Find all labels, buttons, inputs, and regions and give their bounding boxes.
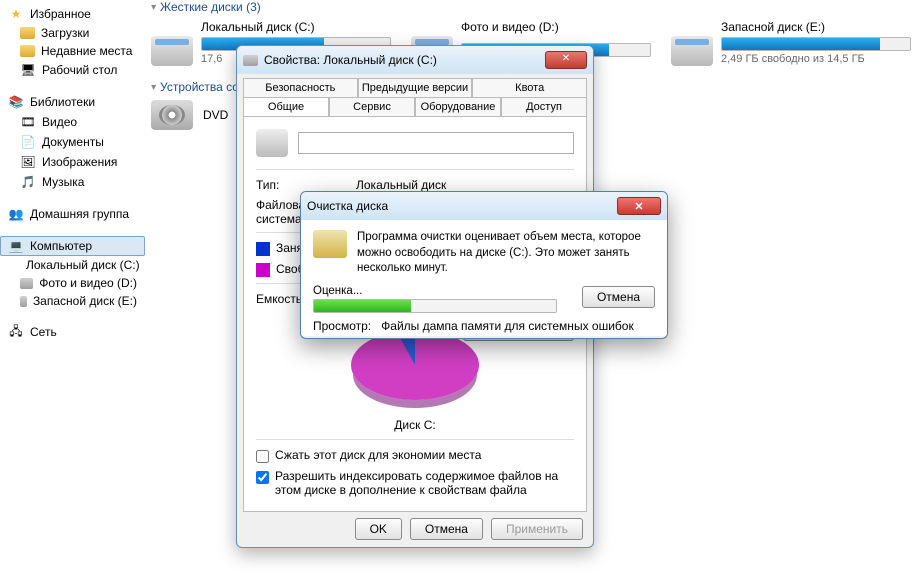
desktop-icon: 🖥	[20, 62, 36, 78]
sidebar-label: Компьютер	[30, 239, 92, 253]
sidebar-item-video[interactable]: 🎞 Видео	[0, 112, 145, 132]
sidebar-libraries[interactable]: 📚 Библиотеки	[0, 92, 145, 112]
sidebar-item-label: Запасной диск (E:)	[33, 294, 137, 308]
cleanup-icon	[313, 230, 347, 258]
pie-chart	[351, 330, 479, 400]
sidebar-label: Избранное	[30, 7, 91, 21]
sidebar-item-label: Фото и видео (D:)	[39, 276, 137, 290]
view-label: Просмотр:	[313, 319, 371, 333]
progress-bar	[313, 299, 557, 313]
sidebar-favorites[interactable]: ★ Избранное	[0, 4, 145, 24]
free-swatch-icon	[256, 263, 270, 277]
tab-strip: Безопасность Предыдущие версии Квота Общ…	[237, 74, 593, 116]
disk-e[interactable]: Запасной диск (E:) 2,49 ГБ свободно из 1…	[671, 20, 917, 66]
sidebar-item-label: Загрузки	[41, 26, 89, 40]
ok-button[interactable]: OK	[355, 518, 402, 540]
disk-icon	[151, 36, 193, 66]
sidebar-item-label: Изображения	[42, 155, 117, 169]
pie-label: Диск C:	[256, 418, 574, 432]
tab-prev-versions[interactable]: Предыдущие версии	[358, 78, 473, 97]
sidebar-label: Библиотеки	[30, 95, 95, 109]
pictures-icon: 🖼	[20, 154, 36, 170]
tab-tools[interactable]: Сервис	[329, 97, 415, 116]
disk-title: Фото и видео (D:)	[411, 20, 661, 34]
sidebar-network[interactable]: 🖧 Сеть	[0, 322, 145, 342]
close-button[interactable]: ✕	[545, 51, 587, 69]
sidebar-item-pictures[interactable]: 🖼 Изображения	[0, 152, 145, 172]
dialog-title: Свойства: Локальный диск (C:)	[264, 53, 539, 67]
disk-icon	[256, 129, 288, 157]
tab-quota[interactable]: Квота	[472, 78, 587, 97]
computer-icon: 💻	[8, 238, 24, 254]
sidebar-item-label: Документы	[42, 135, 104, 149]
disk-icon	[20, 278, 33, 289]
sidebar-item-label: Музыка	[42, 175, 84, 189]
sidebar-item-label: Локальный диск (C:)	[26, 258, 140, 272]
network-icon: 🖧	[8, 324, 24, 340]
disk-cleanup-dialog: Очистка диска ✕ Программа очистки оценив…	[300, 191, 668, 339]
sidebar-label: Домашняя группа	[30, 207, 129, 221]
indexing-checkbox[interactable]: Разрешить индексировать содержимое файло…	[256, 469, 574, 497]
dvd-label: DVD	[203, 108, 228, 122]
sidebar-item-disk-d[interactable]: Фото и видео (D:)	[0, 274, 145, 292]
disk-icon	[671, 36, 713, 66]
music-icon: 🎵	[20, 174, 36, 190]
tab-sharing[interactable]: Доступ	[501, 97, 587, 116]
used-swatch-icon	[256, 242, 270, 256]
disk-info: 2,49 ГБ свободно из 14,5 ГБ	[721, 53, 917, 65]
type-label: Тип:	[256, 178, 336, 192]
sidebar-item-desktop[interactable]: 🖥 Рабочий стол	[0, 60, 145, 80]
view-value: Файлы дампа памяти для системных ошибок	[381, 319, 634, 333]
compress-checkbox[interactable]: Сжать этот диск для экономии места	[256, 448, 574, 463]
disk-name-input[interactable]	[298, 132, 574, 154]
tab-security[interactable]: Безопасность	[243, 78, 358, 97]
dvd-icon	[151, 100, 193, 130]
sidebar-label: Сеть	[30, 325, 57, 339]
sidebar-item-downloads[interactable]: Загрузки	[0, 24, 145, 42]
star-icon: ★	[8, 6, 24, 22]
disk-usage-bar	[721, 37, 911, 51]
apply-button[interactable]: Применить	[491, 518, 583, 540]
cleanup-message: Программа очистки оценивает объем места,…	[357, 230, 655, 277]
sidebar-item-disk-c[interactable]: Локальный диск (C:)	[0, 256, 145, 274]
dialog-titlebar[interactable]: Свойства: Локальный диск (C:) ✕	[237, 46, 593, 74]
tab-hardware[interactable]: Оборудование	[415, 97, 501, 116]
sidebar-item-label: Видео	[42, 115, 77, 129]
disk-icon	[20, 296, 27, 307]
homegroup-icon: 👥	[8, 206, 24, 222]
dialog-button-row: OK Отмена Применить	[237, 518, 593, 548]
type-value: Локальный диск	[356, 178, 446, 192]
sidebar-computer[interactable]: 💻 Компьютер	[0, 236, 145, 256]
dialog-titlebar[interactable]: Очистка диска ✕	[301, 192, 667, 220]
dialog-title: Очистка диска	[307, 199, 611, 213]
tab-general[interactable]: Общие	[243, 97, 329, 116]
sidebar-item-label: Рабочий стол	[42, 63, 117, 77]
documents-icon: 📄	[20, 134, 36, 150]
section-hdd-title[interactable]: Жесткие диски (3)	[151, 0, 917, 14]
sidebar-item-label: Недавние места	[41, 44, 132, 58]
folder-icon	[20, 27, 35, 39]
folder-icon	[20, 45, 35, 57]
disk-title: Локальный диск (C:)	[151, 20, 401, 34]
sidebar-item-recent[interactable]: Недавние места	[0, 42, 145, 60]
sidebar-item-music[interactable]: 🎵 Музыка	[0, 172, 145, 192]
cancel-button[interactable]: Отмена	[582, 286, 655, 308]
disk-title: Запасной диск (E:)	[671, 20, 917, 34]
cancel-button[interactable]: Отмена	[410, 518, 483, 540]
nav-sidebar: ★ Избранное Загрузки Недавние места 🖥 Рабо…	[0, 0, 145, 575]
sidebar-item-disk-e[interactable]: Запасной диск (E:)	[0, 292, 145, 310]
disk-icon	[243, 55, 258, 66]
sidebar-item-documents[interactable]: 📄 Документы	[0, 132, 145, 152]
sidebar-homegroup[interactable]: 👥 Домашняя группа	[0, 204, 145, 224]
video-icon: 🎞	[20, 114, 36, 130]
close-button[interactable]: ✕	[617, 197, 661, 215]
libraries-icon: 📚	[8, 94, 24, 110]
